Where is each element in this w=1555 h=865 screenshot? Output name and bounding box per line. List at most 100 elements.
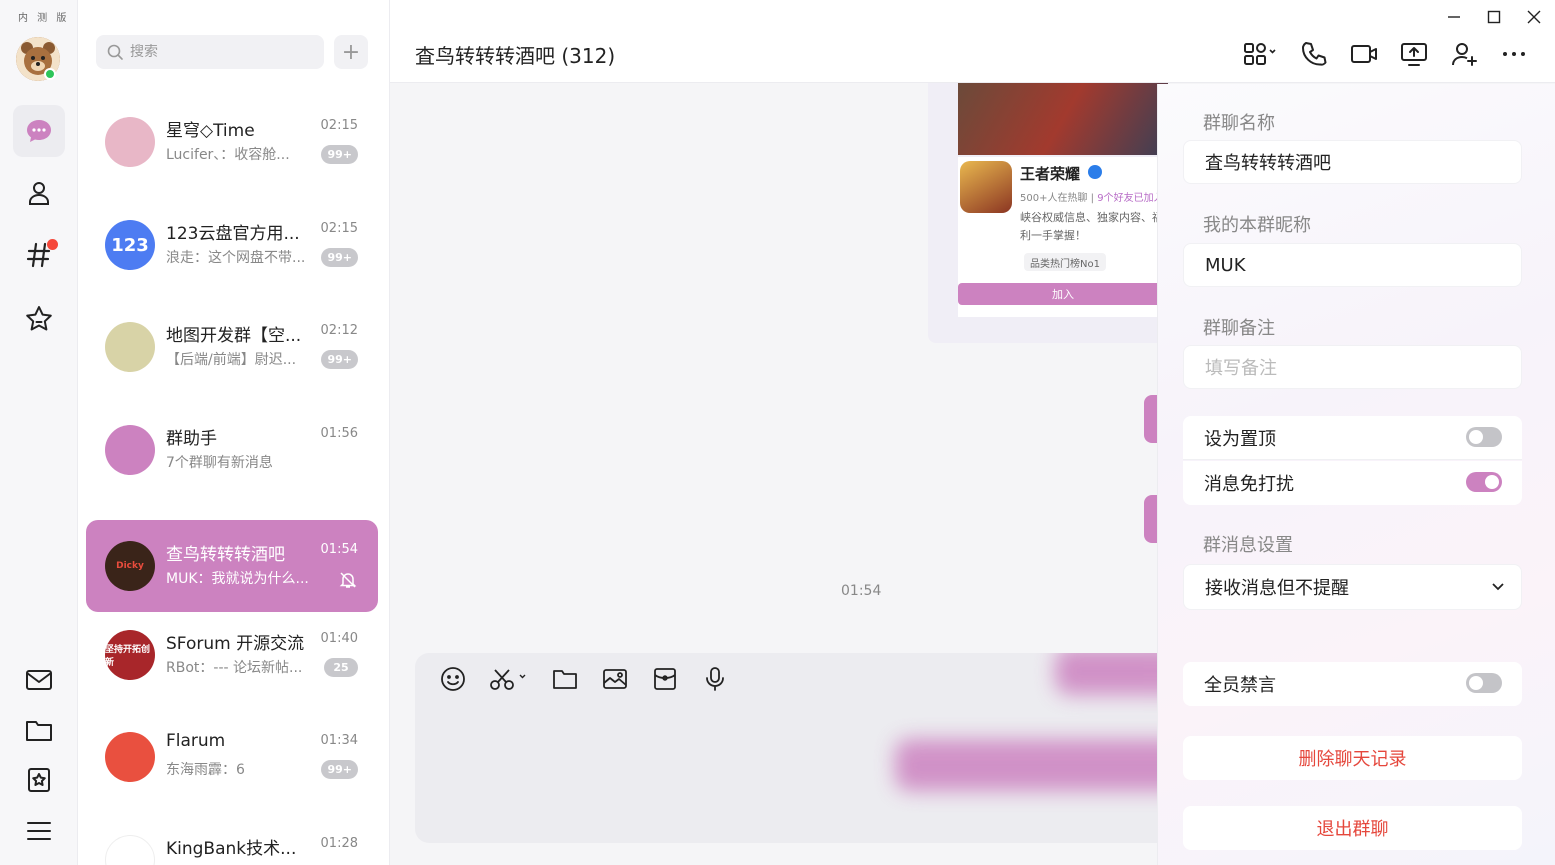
envelope-icon bbox=[654, 668, 676, 690]
game-description: 峡谷权威信息、独家内容、福利一手掌握！ bbox=[1020, 211, 1163, 242]
more-button[interactable] bbox=[1498, 38, 1530, 70]
star-icon bbox=[26, 306, 52, 331]
nav-rail: 内 测 版 bbox=[0, 0, 78, 865]
remark-field[interactable]: 填写备注 bbox=[1183, 345, 1522, 389]
chat-name: Flarum bbox=[166, 731, 226, 751]
hamburger-menu-icon bbox=[27, 822, 51, 840]
emoji-icon bbox=[441, 667, 465, 691]
minimize-button[interactable] bbox=[1445, 8, 1463, 26]
maximize-icon bbox=[1487, 10, 1501, 24]
chat-preview: 东海雨霹：6 bbox=[166, 762, 245, 778]
leave-group-button[interactable]: 退出群聊 bbox=[1183, 806, 1522, 850]
delete-history-button[interactable]: 删除聊天记录 bbox=[1183, 736, 1522, 780]
chat-list-item[interactable]: Dicky 查鸟转转转酒吧 01:54 MUK：我就说为什么... bbox=[86, 520, 378, 612]
chat-avatar bbox=[105, 117, 155, 167]
chat-name: 星穹◇Time bbox=[166, 121, 255, 141]
add-button[interactable]: + bbox=[334, 35, 368, 69]
chat-preview: 浪走：这个网盘不带... bbox=[166, 250, 306, 266]
pin-row[interactable]: 设为置顶 bbox=[1183, 416, 1522, 460]
search-input[interactable] bbox=[130, 44, 310, 60]
search-box[interactable] bbox=[96, 35, 324, 69]
chat-time: 01:28 bbox=[320, 836, 358, 851]
chat-name: SForum 开源交流 bbox=[166, 634, 305, 654]
chat-toolbar bbox=[1240, 38, 1530, 70]
video-camera-icon bbox=[1351, 45, 1377, 63]
muted-bell-icon bbox=[339, 572, 357, 588]
chat-list-item[interactable]: 坚持开拓创新 SForum 开源交流 01:40 RBot：--- 论坛新帖... 25 bbox=[86, 609, 378, 701]
blurred-message bbox=[895, 739, 1175, 791]
mute-all-toggle[interactable] bbox=[1466, 673, 1502, 693]
dnd-row[interactable]: 消息免打扰 bbox=[1183, 461, 1522, 505]
window-controls bbox=[1445, 8, 1543, 26]
join-button[interactable]: 加入 bbox=[958, 283, 1168, 305]
apps-button[interactable] bbox=[1240, 38, 1280, 70]
chat-list-item[interactable]: Flarum 01:34 东海雨霹：6 99+ bbox=[86, 711, 378, 803]
screenshot-button[interactable] bbox=[489, 665, 529, 693]
red-packet-button[interactable] bbox=[651, 665, 679, 693]
microphone-icon bbox=[706, 667, 724, 691]
minimize-icon bbox=[1448, 16, 1460, 18]
nav-files[interactable] bbox=[13, 704, 65, 756]
chat-avatar: Dicky bbox=[105, 541, 155, 591]
message-composer[interactable] bbox=[415, 653, 1175, 843]
beta-label: 内 测 版 bbox=[18, 13, 70, 24]
chat-list-item[interactable]: 群助手 01:56 7个群聊有新消息 bbox=[86, 404, 378, 496]
chat-list-item[interactable]: 星穹◇Time 02:15 Lucifer、：收容舱... 99+ bbox=[86, 96, 378, 188]
pin-toggle[interactable] bbox=[1466, 427, 1502, 447]
chat-time: 01:40 bbox=[320, 631, 358, 646]
unread-badge: 99+ bbox=[321, 350, 358, 369]
pin-label: 设为置顶 bbox=[1204, 428, 1276, 450]
close-button[interactable] bbox=[1525, 8, 1543, 26]
chat-preview: MUK：我就说为什么... bbox=[166, 571, 309, 587]
screen-share-button[interactable] bbox=[1398, 38, 1430, 70]
chat-avatar bbox=[105, 322, 155, 372]
voice-call-button[interactable] bbox=[1298, 38, 1330, 70]
nav-bookmarks[interactable] bbox=[13, 754, 65, 806]
search-icon bbox=[107, 44, 123, 60]
group-name-field[interactable]: 査鸟转转转酒吧 bbox=[1183, 140, 1522, 184]
scissors-icon bbox=[490, 669, 526, 690]
meta-friends: 9个好友已加入 bbox=[1097, 193, 1164, 204]
nav-favorites[interactable] bbox=[13, 293, 65, 345]
nav-mail[interactable] bbox=[13, 654, 65, 706]
emoji-button[interactable] bbox=[439, 665, 467, 693]
remark-label: 群聊备注 bbox=[1203, 318, 1275, 339]
voice-button[interactable] bbox=[701, 665, 729, 693]
message-settings-value: 接收消息但不提醒 bbox=[1205, 578, 1349, 599]
nickname-label: 我的本群昵称 bbox=[1203, 215, 1311, 236]
chat-list-item[interactable]: 123 123云盘官方用... 02:15 浪走：这个网盘不带... 99+ bbox=[86, 199, 378, 291]
nav-messages[interactable] bbox=[13, 105, 65, 157]
image-button[interactable] bbox=[601, 665, 629, 693]
nickname-field[interactable]: MUK bbox=[1183, 243, 1522, 287]
chat-time: 01:34 bbox=[320, 733, 358, 748]
unread-badge: 25 bbox=[324, 658, 358, 677]
video-call-button[interactable] bbox=[1348, 38, 1380, 70]
chat-list-item[interactable]: KingBank技术... 01:28 bbox=[86, 814, 378, 865]
unread-badge: 99+ bbox=[321, 760, 358, 779]
chat-time: 01:56 bbox=[320, 426, 358, 441]
more-dots-icon bbox=[1503, 52, 1525, 56]
composer-toolbar bbox=[439, 665, 729, 693]
game-meta: 500+人在热聊 | 9个好友已加入 bbox=[1020, 193, 1164, 204]
nav-menu[interactable] bbox=[13, 805, 65, 857]
message-settings-select[interactable]: 接收消息但不提醒 bbox=[1183, 564, 1522, 610]
nav-contacts[interactable] bbox=[13, 167, 65, 219]
message-settings-label: 群消息设置 bbox=[1203, 535, 1293, 556]
chat-name: 地图开发群【空... bbox=[166, 326, 302, 346]
shared-card[interactable]: 王者荣耀 500+人在热聊 | 9个好友已加入 峡谷权威信息、独家内容、福利一手… bbox=[928, 83, 1168, 343]
chevron-down-icon bbox=[1492, 583, 1504, 591]
unread-badge: 99+ bbox=[321, 248, 358, 267]
time-divider: 01:54 bbox=[841, 583, 882, 599]
add-member-button[interactable] bbox=[1448, 38, 1480, 70]
bookmark-star-icon bbox=[28, 768, 50, 792]
chat-list-item[interactable]: 地图开发群【空... 02:12 【后端/前端】尉迟... 99+ bbox=[86, 301, 378, 393]
mute-all-row[interactable]: 全员禁言 bbox=[1183, 662, 1522, 706]
chat-time: 02:15 bbox=[320, 221, 358, 236]
nav-channels[interactable] bbox=[13, 229, 65, 281]
maximize-button[interactable] bbox=[1485, 8, 1503, 26]
group-settings-panel: 群聊名称 査鸟转转转酒吧 我的本群昵称 MUK 群聊备注 填写备注 设为置顶 消… bbox=[1157, 84, 1555, 865]
chat-avatar bbox=[105, 835, 155, 865]
file-button[interactable] bbox=[551, 665, 579, 693]
dnd-toggle[interactable] bbox=[1466, 472, 1502, 492]
chat-preview: 7个群聊有新消息 bbox=[166, 455, 273, 471]
